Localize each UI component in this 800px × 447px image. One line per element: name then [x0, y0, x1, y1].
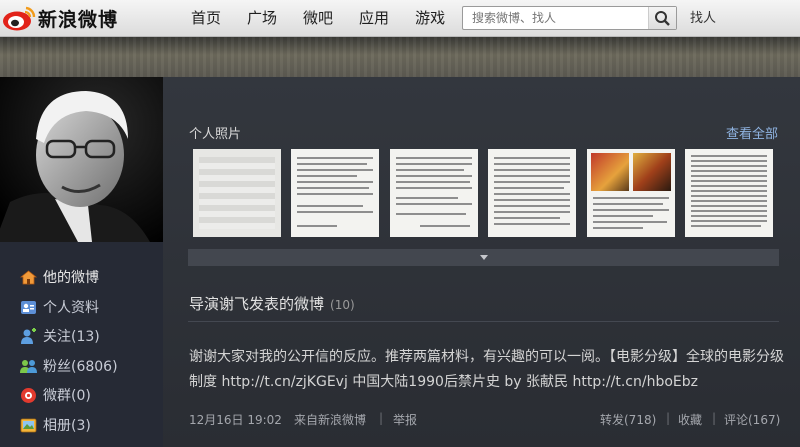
post-text: 中国大陆1990后禁片史 by 张献民 [352, 374, 569, 390]
profile-icon [20, 299, 37, 316]
fans-icon [20, 358, 37, 375]
post-link[interactable]: http://t.cn/zjKGEvj [221, 374, 347, 390]
sidebar-item-fans[interactable]: 粉丝(6806) [20, 355, 118, 377]
photos-section-title: 个人照片 [189, 127, 242, 142]
home-icon [20, 269, 37, 286]
feed-title: 导演谢飞发表的微博 (10) [189, 293, 355, 314]
sidebar-item-following[interactable]: 关注(13) [20, 325, 100, 347]
photo-thumbnail[interactable] [291, 149, 379, 237]
sidebar-item-his-weibo[interactable]: 他的微博 [20, 266, 99, 288]
find-people-link[interactable]: 找人 [690, 0, 716, 37]
expand-photos-bar[interactable] [188, 249, 779, 266]
logo-text: 新浪微博 [38, 8, 119, 31]
main-content: 个人照片 查看全部 导演谢飞发表的微博 (10) 谢谢大家对我的公开信的反应。推… [163, 77, 800, 447]
view-all-photos-link[interactable]: 查看全部 [726, 123, 778, 142]
sidebar-item-label: 关注(13) [43, 329, 100, 345]
post-time[interactable]: 12月16日 19:02 [189, 411, 282, 428]
sidebar-item-label: 微群(0) [43, 388, 91, 404]
sidebar-item-profile[interactable]: 个人资料 [20, 296, 99, 318]
post-source[interactable]: 来自新浪微博 [294, 411, 366, 428]
weibo-logo[interactable]: 新浪微博 [2, 3, 118, 33]
feed-count: (10) [330, 298, 355, 312]
nav-home[interactable]: 首页 [178, 0, 234, 37]
sidebar-item-groups[interactable]: 微群(0) [20, 384, 91, 406]
photo-thumbnail[interactable] [390, 149, 478, 237]
search-button[interactable] [648, 7, 676, 29]
favorite-link[interactable]: 收藏 [678, 411, 702, 428]
separator: | [712, 411, 717, 425]
divider [188, 321, 779, 322]
comment-link[interactable]: 评论(167) [724, 411, 780, 428]
main-nav: 首页 广场 微吧 应用 游戏 [178, 0, 458, 37]
sidebar-item-label: 他的微博 [43, 270, 99, 286]
profile-sidebar: 他的微博 个人资料 关注(13) 粉丝(6806) 微群(0) 相册(3) [0, 242, 163, 447]
nav-games[interactable]: 游戏 [402, 0, 458, 37]
sidebar-item-album[interactable]: 相册(3) [20, 414, 91, 436]
photo-thumbnail[interactable] [685, 149, 773, 237]
separator: | [666, 411, 671, 425]
separator: | [379, 411, 384, 425]
post-content: 谢谢大家对我的公开信的反应。推荐两篇材料，有兴趣的可以一阅。【电影分级】全球的电… [189, 345, 789, 395]
photo-thumbnail[interactable] [587, 149, 675, 237]
search-input[interactable] [463, 7, 645, 29]
top-navigation-bar: 新浪微博 首页 广场 微吧 应用 游戏 找人 [0, 0, 800, 37]
chevron-down-icon [480, 255, 488, 260]
weibo-eye-icon [2, 4, 36, 32]
search-icon [655, 11, 670, 26]
album-icon [20, 417, 37, 434]
sidebar-item-label: 个人资料 [43, 300, 99, 316]
photo-thumbnail[interactable] [193, 149, 281, 237]
post-link[interactable]: http://t.cn/hboEbz [572, 374, 698, 390]
report-link[interactable]: 举报 [393, 411, 417, 428]
profile-banner [0, 37, 800, 77]
nav-square[interactable]: 广场 [234, 0, 290, 37]
post-meta: 12月16日 19:02 来自新浪微博 | 举报 转发(718) | 收藏 | … [189, 411, 783, 429]
group-icon [20, 387, 37, 404]
profile-avatar[interactable] [0, 77, 163, 242]
nav-weiba[interactable]: 微吧 [290, 0, 346, 37]
sidebar-item-label: 粉丝(6806) [43, 359, 118, 375]
nav-apps[interactable]: 应用 [346, 0, 402, 37]
search-box [462, 6, 677, 30]
sidebar-item-label: 相册(3) [43, 418, 91, 434]
feed-title-text: 导演谢飞发表的微博 [189, 295, 325, 313]
follow-icon [20, 327, 37, 345]
photo-thumbnail[interactable] [488, 149, 576, 237]
repost-link[interactable]: 转发(718) [600, 411, 656, 428]
